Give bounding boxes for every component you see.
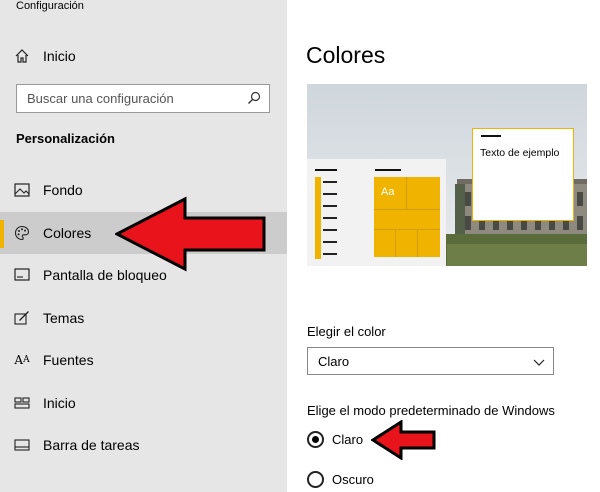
sidebar: Configuración Inicio Buscar una configur… <box>0 0 287 492</box>
preview-line <box>375 169 401 171</box>
sidebar-item-temas[interactable]: Temas <box>0 297 287 339</box>
preview-line <box>323 181 337 183</box>
preview-tile <box>407 193 440 210</box>
preview-tile <box>396 230 418 257</box>
palette-icon <box>13 224 31 242</box>
home-icon <box>13 47 31 65</box>
chevron-down-icon <box>533 355 545 367</box>
preview-line <box>323 193 337 195</box>
sidebar-item-label: Fuentes <box>43 352 94 368</box>
selection-indicator <box>0 220 4 248</box>
choose-color-label: Elegir el color <box>307 324 386 339</box>
section-title: Personalización <box>16 131 115 146</box>
sidebar-item-label: Fondo <box>43 182 83 198</box>
search-input[interactable]: Buscar una configuración <box>16 84 270 113</box>
app-title: Configuración <box>16 0 84 12</box>
main-content: Colores Aa Texto de ejemplo Elegir el co… <box>287 0 600 492</box>
image-icon <box>13 181 31 199</box>
sidebar-item-inicio[interactable]: Inicio <box>0 382 287 424</box>
sidebar-item-home-label: Inicio <box>43 48 76 64</box>
preview-line <box>481 135 501 137</box>
sidebar-item-fuentes[interactable]: AA Fuentes <box>0 339 287 381</box>
sidebar-item-barra-de-tareas[interactable]: Barra de tareas <box>0 424 287 466</box>
lock-screen-icon <box>13 266 31 284</box>
sidebar-item-label: Colores <box>43 225 92 241</box>
preview-taskbar <box>315 177 321 259</box>
preview-tile <box>374 230 396 257</box>
taskbar-icon <box>13 436 31 454</box>
preview-sample-window: Texto de ejemplo <box>472 128 574 221</box>
choose-color-select[interactable]: Claro <box>307 347 554 375</box>
preview-line <box>323 241 337 243</box>
preview-window: Aa <box>307 159 446 266</box>
red-arrow-annotation <box>115 196 266 272</box>
radio-claro-circle[interactable] <box>307 430 324 448</box>
radio-oscuro[interactable]: Oscuro <box>307 469 447 489</box>
preview-line <box>323 217 337 219</box>
sidebar-item-label: Inicio <box>43 395 76 411</box>
preview-tile-label: Aa <box>381 186 395 198</box>
preview-line <box>323 205 337 207</box>
radio-oscuro-circle[interactable] <box>307 470 324 488</box>
brush-icon <box>13 309 31 327</box>
windows-mode-label: Elige el modo predeterminado de Windows <box>307 403 555 418</box>
color-preview: Aa Texto de ejemplo <box>307 84 587 266</box>
radio-oscuro-label: Oscuro <box>332 471 374 487</box>
choose-color-value: Claro <box>318 354 350 369</box>
sidebar-item-label: Barra de tareas <box>43 437 140 453</box>
start-icon <box>13 394 31 412</box>
search-icon[interactable] <box>247 91 261 105</box>
red-arrow-annotation <box>371 420 436 460</box>
preview-sample-text: Texto de ejemplo <box>480 147 560 159</box>
font-icon: AA <box>14 353 30 367</box>
preview-tile <box>374 210 440 230</box>
search-placeholder: Buscar una configuración <box>27 91 174 106</box>
preview-line <box>323 229 337 231</box>
sidebar-item-home[interactable]: Inicio <box>0 35 287 77</box>
page-title: Colores <box>306 42 386 68</box>
sidebar-item-label: Temas <box>43 310 85 326</box>
preview-tile: Aa <box>374 177 407 210</box>
preview-tiles: Aa <box>374 177 440 257</box>
preview-line <box>323 253 337 255</box>
preview-line <box>315 169 337 171</box>
radio-claro-label: Claro <box>332 431 364 447</box>
